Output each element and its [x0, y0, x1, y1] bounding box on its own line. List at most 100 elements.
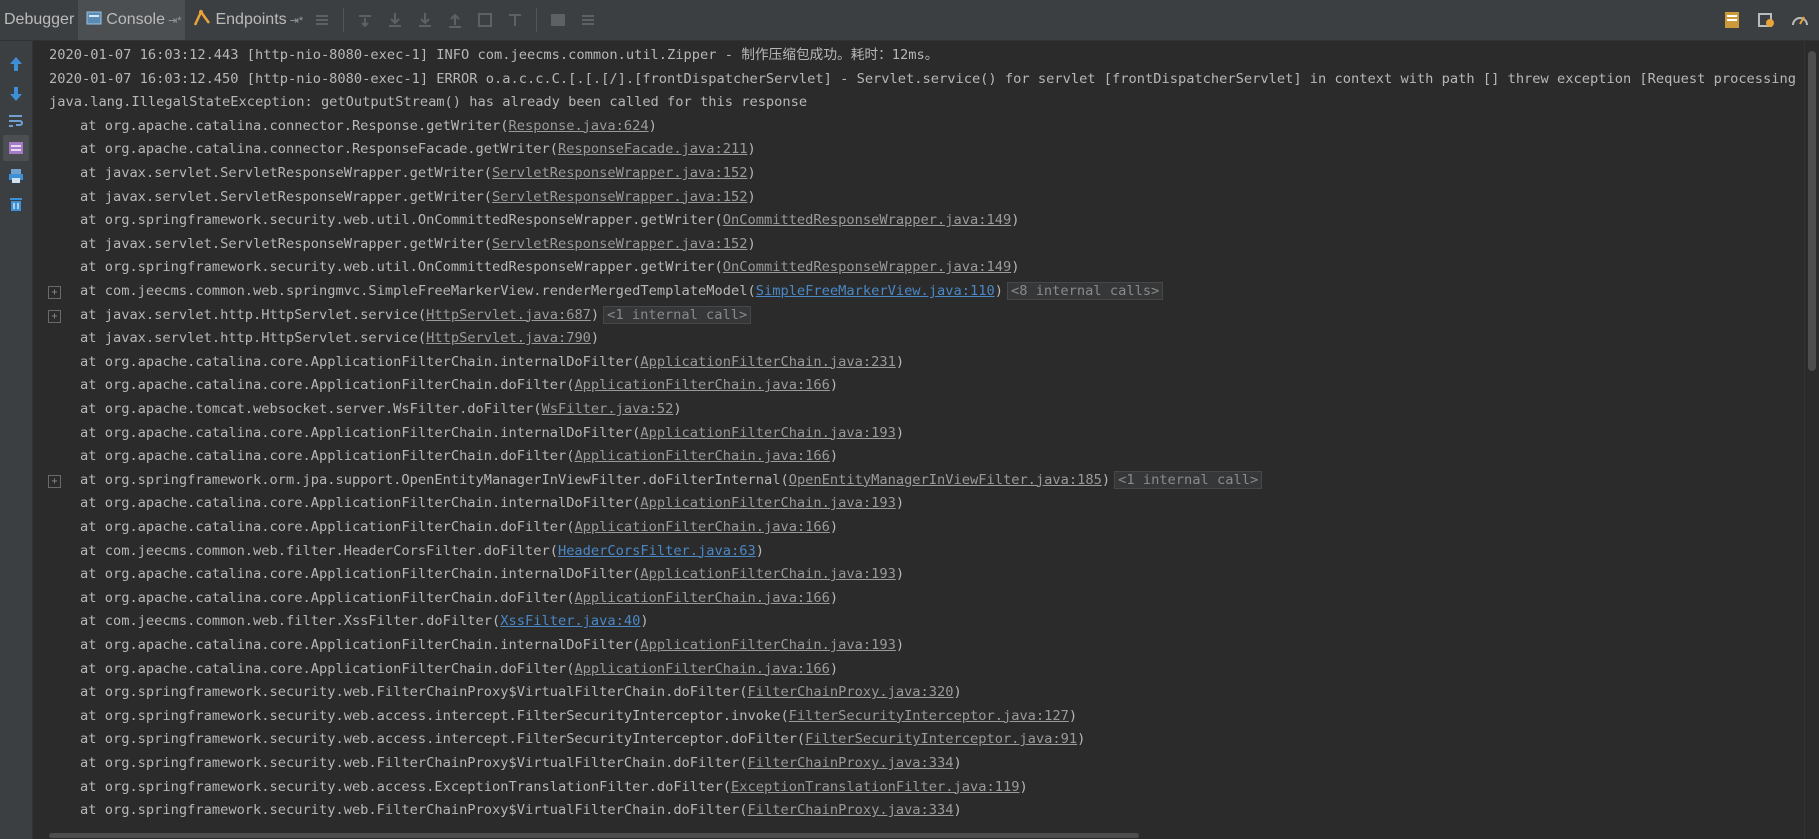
source-link[interactable]: ApplicationFilterChain.java:231 — [640, 354, 895, 370]
pin-icon[interactable]: ⇥* — [290, 14, 304, 27]
frame-close-paren: ) — [1068, 707, 1078, 724]
source-link[interactable]: ApplicationFilterChain.java:193 — [640, 566, 895, 582]
tab-endpoints[interactable]: Endpoints ⇥* — [185, 0, 307, 40]
down-arrow-icon[interactable] — [3, 81, 29, 107]
run-to-cursor-icon[interactable] — [502, 7, 528, 33]
source-link[interactable]: FilterChainProxy.java:334 — [748, 802, 954, 818]
horizontal-scrollbar-thumb[interactable] — [49, 833, 1139, 838]
vertical-scrollbar[interactable] — [1804, 41, 1819, 839]
stack-frame-line: at org.apache.catalina.core.ApplicationF… — [49, 374, 838, 398]
internal-calls-fold[interactable]: <1 internal call> — [603, 305, 752, 324]
clear-all-trash-icon[interactable] — [3, 191, 29, 217]
expand-frames-icon[interactable]: + — [48, 309, 61, 323]
source-link[interactable]: Response.java:624 — [509, 118, 649, 134]
source-link[interactable]: HttpServlet.java:790 — [426, 330, 591, 346]
source-link[interactable]: ApplicationFilterChain.java:166 — [574, 661, 829, 677]
pin-icon[interactable]: ⇥* — [168, 14, 182, 27]
scroll-to-end-icon[interactable] — [3, 135, 29, 161]
source-link[interactable]: OpenEntityManagerInViewFilter.java:185 — [789, 472, 1102, 488]
source-link[interactable]: ApplicationFilterChain.java:193 — [640, 495, 895, 511]
frame-method: at org.apache.catalina.core.ApplicationF… — [80, 495, 641, 512]
frame-method: at org.apache.catalina.core.ApplicationF… — [80, 566, 641, 583]
frame-method: at javax.servlet.http.HttpServlet.servic… — [80, 306, 427, 323]
source-link[interactable]: HttpServlet.java:687 — [426, 307, 591, 323]
source-link[interactable]: ServletResponseWrapper.java:152 — [492, 165, 747, 181]
endpoints-tab-icon — [193, 9, 211, 32]
expand-frames-icon[interactable]: + — [48, 474, 61, 488]
restore-layout-icon[interactable] — [1753, 7, 1779, 33]
step-into-icon[interactable] — [382, 7, 408, 33]
frame-close-paren: ) — [953, 802, 962, 819]
frame-close-paren: ) — [1011, 259, 1020, 276]
horizontal-scrollbar[interactable] — [33, 830, 1805, 839]
source-link[interactable]: WsFilter.java:52 — [541, 401, 673, 417]
source-link[interactable]: OnCommittedResponseWrapper.java:149 — [723, 259, 1011, 275]
print-icon[interactable] — [3, 163, 29, 189]
evaluate-expression-icon[interactable] — [545, 7, 571, 33]
toolbar-right — [1717, 7, 1815, 33]
internal-calls-fold[interactable]: <8 internal calls> — [1006, 282, 1164, 300]
source-link[interactable]: ApplicationFilterChain.java:166 — [574, 519, 829, 535]
stack-frame-line: at org.apache.catalina.core.ApplicationF… — [49, 563, 904, 587]
console-output[interactable]: 2020-01-07 16:03:12.443 [http-nio-8080-e… — [33, 41, 1805, 839]
frame-close-paren: ) — [895, 353, 905, 370]
frame-method: at com.jeecms.common.web.filter.XssFilte… — [80, 613, 501, 630]
source-link[interactable]: ExceptionTranslationFilter.java:119 — [731, 779, 1019, 795]
source-link[interactable]: SimpleFreeMarkerView.java:110 — [756, 283, 995, 299]
trace-current-stream-icon[interactable] — [575, 7, 601, 33]
source-link[interactable]: ServletResponseWrapper.java:152 — [492, 236, 747, 252]
stack-frame-line: at org.springframework.security.web.acce… — [49, 776, 1028, 800]
source-link[interactable]: ApplicationFilterChain.java:166 — [574, 377, 829, 393]
frame-close-paren: ) — [994, 283, 1003, 299]
drop-frame-icon[interactable] — [472, 7, 498, 33]
frame-close-paren: ) — [953, 684, 962, 701]
frame-close-paren: ) — [953, 755, 962, 771]
source-link[interactable]: ResponseFacade.java:211 — [558, 141, 748, 157]
stack-frame-line: at org.apache.catalina.connector.Respons… — [49, 115, 657, 139]
stack-frame-line: at org.springframework.security.web.acce… — [49, 728, 1085, 752]
frame-method: at org.springframework.security.web.Filt… — [80, 684, 748, 701]
source-link[interactable]: ApplicationFilterChain.java:193 — [640, 425, 895, 441]
performance-gauge-icon[interactable] — [1787, 7, 1813, 33]
source-link[interactable]: HeaderCorsFilter.java:63 — [558, 543, 756, 559]
source-link[interactable]: OnCommittedResponseWrapper.java:149 — [723, 212, 1011, 228]
up-arrow-icon[interactable] — [3, 51, 29, 77]
stack-frame-line: at javax.servlet.ServletResponseWrapper.… — [49, 233, 756, 257]
source-link[interactable]: XssFilter.java:40 — [500, 613, 640, 629]
frame-method: at org.apache.catalina.core.ApplicationF… — [80, 448, 575, 465]
source-link[interactable]: ApplicationFilterChain.java:193 — [640, 637, 895, 653]
stack-frame-line: at org.apache.catalina.core.ApplicationF… — [49, 516, 838, 540]
stack-frame-line: at org.springframework.security.web.util… — [49, 256, 1019, 280]
soft-wrap-icon[interactable] — [3, 108, 29, 134]
frame-method: at org.springframework.security.web.Filt… — [80, 802, 748, 819]
source-link[interactable]: FilterSecurityInterceptor.java:127 — [789, 708, 1069, 724]
stack-frame-line: at org.apache.catalina.core.ApplicationF… — [49, 445, 838, 469]
source-link[interactable]: FilterChainProxy.java:320 — [748, 684, 954, 700]
frame-method: at org.apache.catalina.core.ApplicationF… — [80, 377, 575, 394]
step-over-icon[interactable] — [352, 7, 378, 33]
step-out-icon[interactable] — [442, 7, 468, 33]
frame-close-paren: ) — [829, 660, 839, 677]
show-execution-point-icon[interactable] — [309, 7, 335, 33]
source-link[interactable]: FilterChainProxy.java:334 — [748, 755, 954, 771]
frame-method: at org.springframework.security.web.util… — [80, 259, 723, 276]
stack-frame-line: at org.apache.catalina.core.ApplicationF… — [49, 634, 904, 658]
tab-debugger[interactable]: Debugger — [0, 0, 78, 40]
frame-close-paren: ) — [895, 637, 905, 653]
stack-frame-line: at org.apache.catalina.core.ApplicationF… — [49, 422, 904, 446]
source-link[interactable]: FilterSecurityInterceptor.java:91 — [805, 731, 1077, 747]
stack-frame-line: + at com.jeecms.common.web.springmvc.Simp… — [48, 280, 1164, 304]
internal-calls-fold[interactable]: <1 internal call> — [1114, 470, 1263, 489]
vertical-scrollbar-thumb[interactable] — [1808, 51, 1816, 371]
source-link[interactable]: ApplicationFilterChain.java:166 — [574, 590, 829, 606]
tab-console[interactable]: Console ⇥* — [78, 0, 186, 40]
source-link[interactable]: ServletResponseWrapper.java:152 — [492, 189, 747, 205]
source-link[interactable]: ApplicationFilterChain.java:166 — [574, 448, 829, 464]
layout-settings-icon[interactable] — [1719, 7, 1745, 33]
frame-method: at com.jeecms.common.web.filter.HeaderCo… — [80, 542, 558, 559]
frame-method: at com.jeecms.common.web.springmvc.Simpl… — [80, 283, 756, 299]
expand-frames-icon[interactable]: + — [48, 286, 61, 299]
force-step-into-icon[interactable] — [412, 7, 438, 33]
stack-frame-line: at com.jeecms.common.web.filter.HeaderCo… — [49, 540, 764, 564]
stack-frame-line: at javax.servlet.ServletResponseWrapper.… — [49, 186, 756, 210]
